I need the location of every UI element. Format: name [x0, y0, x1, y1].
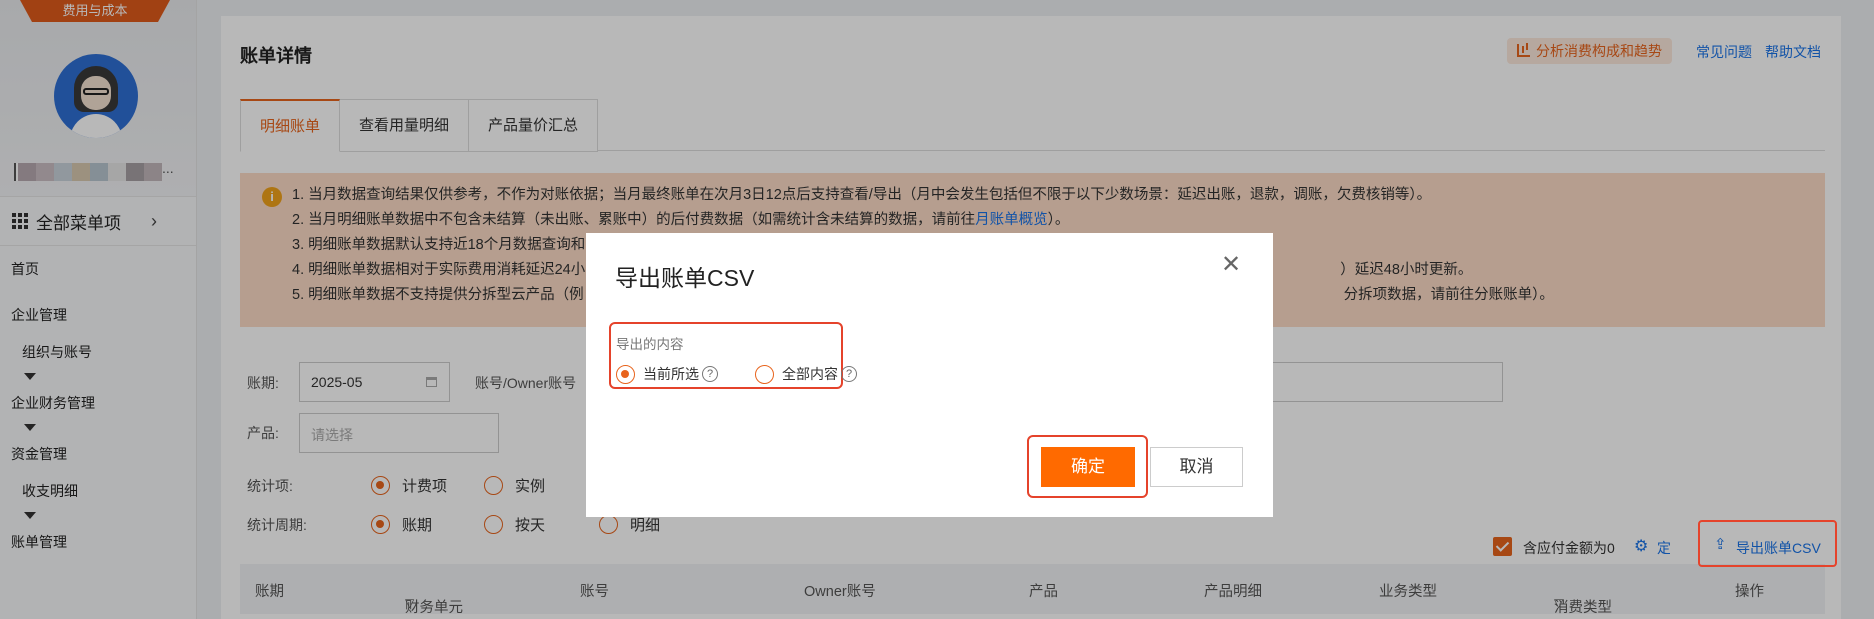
radio-current-selection[interactable]: 当前所选 ?: [616, 364, 718, 384]
export-highlight-box: [1698, 520, 1837, 567]
export-content-label: 导出的内容: [616, 337, 684, 352]
dialog-title: 导出账单CSV: [615, 265, 755, 291]
help-icon[interactable]: ?: [841, 366, 857, 382]
confirm-button[interactable]: 确定: [1041, 447, 1135, 487]
radio-selected-icon: [616, 364, 635, 384]
close-icon[interactable]: ✕: [1221, 253, 1241, 277]
export-csv-dialog: 导出账单CSV ✕ 导出的内容 当前所选 ? 全部内容 ? 确定 取消: [586, 233, 1273, 517]
help-icon[interactable]: ?: [702, 366, 718, 382]
radio-empty-icon: [755, 364, 774, 384]
radio-all-content[interactable]: 全部内容 ?: [755, 364, 857, 384]
cancel-button[interactable]: 取消: [1150, 447, 1243, 487]
